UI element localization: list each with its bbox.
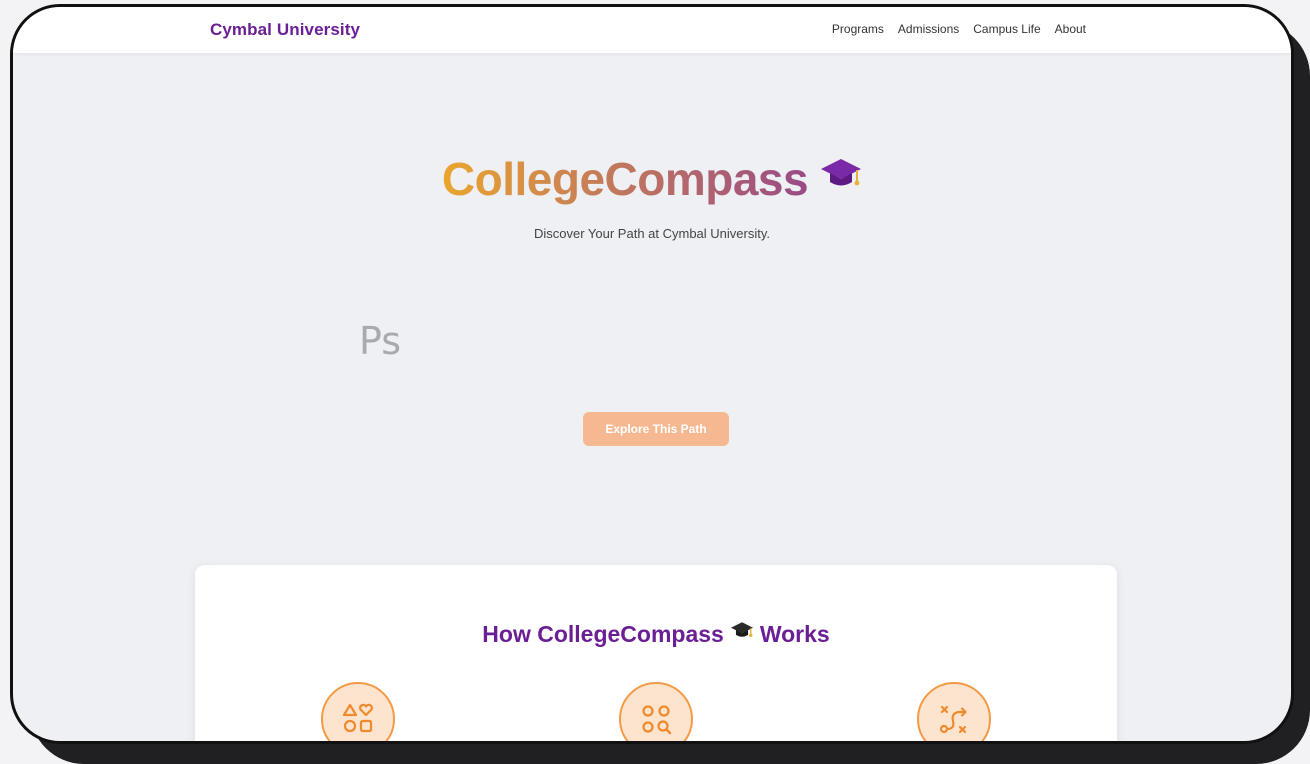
brand-logo-text[interactable]: Cymbal University <box>210 20 360 40</box>
how-it-works-title-end: Works <box>759 621 830 647</box>
step-icon-search-grid <box>619 682 693 741</box>
browser-viewport: Cymbal University Programs Admissions Ca… <box>10 4 1294 744</box>
step-icon-route <box>917 682 991 741</box>
step-icon-shapes <box>321 682 395 741</box>
route-icon <box>939 705 967 734</box>
hero-title: CollegeCompass <box>13 152 1291 210</box>
graduation-cap-icon <box>820 152 862 206</box>
how-it-works-title-start: How CollegeCompass <box>482 621 724 647</box>
search-grid-icon <box>642 705 672 735</box>
top-navigation-bar: Cymbal University Programs Admissions Ca… <box>13 7 1291 53</box>
nav-link-programs[interactable]: Programs <box>832 22 884 36</box>
hero-title-text: CollegeCompass <box>441 153 809 205</box>
graduation-cap-icon-small <box>730 620 754 648</box>
nav-links: Programs Admissions Campus Life About <box>832 22 1086 36</box>
how-it-works-card: How CollegeCompass Works <box>195 565 1117 741</box>
shapes-icon <box>342 703 373 733</box>
nav-link-admissions[interactable]: Admissions <box>898 22 959 36</box>
explore-path-button[interactable]: Explore This Path <box>583 412 729 446</box>
nav-link-campus-life[interactable]: Campus Life <box>973 22 1040 36</box>
nav-link-about[interactable]: About <box>1055 22 1086 36</box>
how-it-works-title: How CollegeCompass Works <box>195 621 1117 650</box>
typing-animation-text: Ps <box>359 319 402 363</box>
hero-subtitle: Discover Your Path at Cymbal University. <box>533 226 771 241</box>
